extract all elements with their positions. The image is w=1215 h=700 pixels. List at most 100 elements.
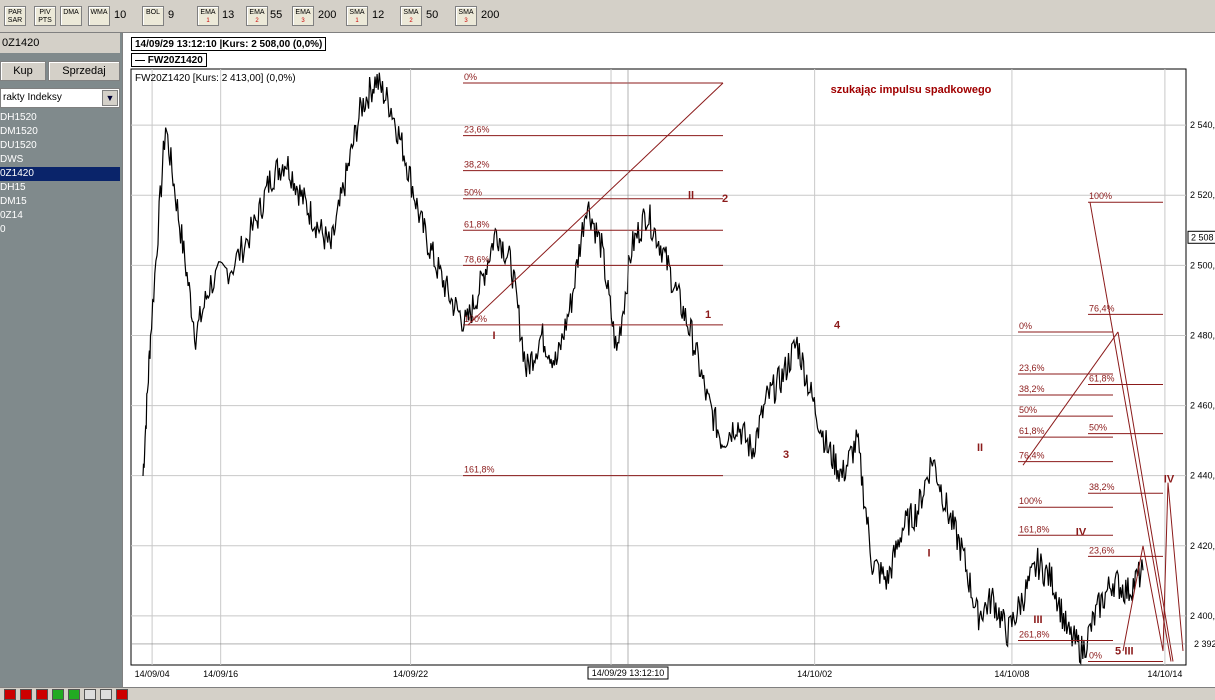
chart-annotation: szukając impulsu spadkowego <box>831 84 992 96</box>
indicator-button-3[interactable]: WMA <box>88 6 110 26</box>
instrument-list-item[interactable]: 0 <box>0 223 120 237</box>
remove-icon[interactable] <box>36 689 48 700</box>
indicator-sub-label: SAR <box>7 17 23 24</box>
fib-level-label: 0% <box>1089 650 1102 660</box>
fib-level-label: 76,4% <box>1089 303 1115 313</box>
indicator-button-1[interactable]: PIV PTS <box>34 6 56 26</box>
indicator-period[interactable]: 13 <box>222 9 234 21</box>
wave-label: II <box>688 190 694 202</box>
fib-level-label: 100% <box>1019 496 1042 506</box>
indicator-button-5[interactable]: EMA 1 <box>197 6 219 26</box>
wave-label: 3 <box>783 449 789 461</box>
instrument-list-item[interactable]: DH1520 <box>0 111 120 125</box>
wave-label: IV <box>1164 474 1175 486</box>
buy-button[interactable]: Kup <box>0 61 46 81</box>
status-bar <box>0 687 1215 700</box>
series-inner-label: FW20Z1420 [Kurs: 2 413,00] (0,0%) <box>135 73 296 84</box>
indicator-button-9[interactable]: SMA 2 <box>400 6 422 26</box>
y-tick-label: 2 480, <box>1190 330 1215 340</box>
y-tick-label: 2 540, <box>1190 120 1215 130</box>
price-chart[interactable]: 2 400,2 420,2 440,2 460,2 480,2 500,2 52… <box>123 33 1215 687</box>
cursor-price-label: 2 392 <box>1194 639 1215 649</box>
wave-label: 4 <box>834 319 841 331</box>
fib-level-label: 100% <box>464 314 487 324</box>
delete-icon[interactable] <box>20 689 32 700</box>
indicator-button-4[interactable]: BOL <box>142 6 164 26</box>
fib-level-label: 23,6% <box>1019 363 1045 373</box>
fib-level-label: 61,8% <box>1019 426 1045 436</box>
indicator-period[interactable]: 12 <box>372 9 384 21</box>
chevron-down-icon[interactable]: ▼ <box>102 90 118 106</box>
instrument-group-value: rakty Indeksy <box>3 92 62 103</box>
crosshair-label: 14/09/29 13:12:10 <box>592 668 665 678</box>
instrument-list-item[interactable]: DWS <box>0 153 120 167</box>
instrument-list-item[interactable]: 0Z14 <box>0 209 120 223</box>
instrument-list-item[interactable]: 0Z1420 <box>0 167 120 181</box>
wave-label: I <box>492 330 495 342</box>
fib-level-label: 38,2% <box>464 160 490 170</box>
indicator-period[interactable]: 55 <box>270 9 282 21</box>
indicator-button-6[interactable]: EMA 2 <box>246 6 268 26</box>
indicator-number: 3 <box>464 18 468 24</box>
confirm-icon[interactable] <box>68 689 80 700</box>
indicator-button-0[interactable]: PAR SAR <box>4 6 26 26</box>
x-tick-label: 14/10/08 <box>994 669 1029 679</box>
instrument-list-item[interactable]: DU1520 <box>0 139 120 153</box>
y-tick-label: 2 400, <box>1190 611 1215 621</box>
x-tick-label: 14/09/04 <box>135 669 170 679</box>
indicator-number: 1 <box>355 18 359 24</box>
fib-level-label: 161,8% <box>464 465 495 475</box>
x-tick-label: 14/10/14 <box>1147 669 1182 679</box>
draw-icon[interactable] <box>100 689 112 700</box>
wave-label: II <box>977 442 983 454</box>
indicator-period[interactable]: 9 <box>168 9 174 21</box>
indicator-number: 3 <box>301 18 305 24</box>
wave-label: I <box>927 547 930 559</box>
chart-area[interactable]: 14/09/29 13:12:10 |Kurs: 2 508,00 (0,0%)… <box>122 33 1215 687</box>
indicator-period[interactable]: 50 <box>426 9 438 21</box>
x-tick-label: 14/10/02 <box>797 669 832 679</box>
tool-icon[interactable] <box>84 689 96 700</box>
x-tick-label: 14/09/22 <box>393 669 428 679</box>
instrument-list-item[interactable]: DH15 <box>0 181 120 195</box>
wave-label: IV <box>1076 526 1087 538</box>
indicator-sub-label: PTS <box>38 17 52 24</box>
indicator-period[interactable]: 200 <box>318 9 336 21</box>
fib-level-label: 261,8% <box>1019 629 1050 639</box>
wave-label: 2 <box>722 193 728 205</box>
wave-label: 5 <box>1115 645 1121 657</box>
fib-level-label: 0% <box>464 72 477 82</box>
fib-level-label: 61,8% <box>1089 374 1115 384</box>
fib-level-label: 50% <box>464 188 482 198</box>
fib-level-label: 38,2% <box>1019 384 1045 394</box>
stop-icon[interactable] <box>116 689 128 700</box>
indicator-period[interactable]: 200 <box>481 9 499 21</box>
wave-label: 1 <box>705 309 711 321</box>
sell-button[interactable]: Sprzedaj <box>48 61 120 81</box>
indicator-button-2[interactable]: DMA <box>60 6 82 26</box>
indicator-button-8[interactable]: SMA 1 <box>346 6 368 26</box>
indicator-toolbar: PAR SAR PIV PTS DMA WMA BOL EMA 1 EMA 2 EMA 3 SMA 1 SMA… <box>0 0 1215 33</box>
indicator-period[interactable]: 10 <box>114 9 126 21</box>
fib-level-label: 23,6% <box>464 125 490 135</box>
close-icon[interactable] <box>4 689 16 700</box>
instrument-list-item[interactable]: DM1520 <box>0 125 120 139</box>
instrument-group-select[interactable]: rakty Indeksy ▼ <box>0 88 120 108</box>
instrument-list-item[interactable]: DM15 <box>0 195 120 209</box>
instrument-title: 0Z1420 <box>0 33 120 53</box>
indicator-number: 1 <box>206 18 210 24</box>
wave-label: III <box>1124 645 1133 657</box>
y-tick-label: 2 500, <box>1190 260 1215 270</box>
indicator-button-10[interactable]: SMA 3 <box>455 6 477 26</box>
add-icon[interactable] <box>52 689 64 700</box>
y-tick-label: 2 440, <box>1190 471 1215 481</box>
fib-level-label: 23,6% <box>1089 545 1115 555</box>
indicator-number: 2 <box>255 18 259 24</box>
fib-level-label: 78,6% <box>464 254 490 264</box>
indicator-button-7[interactable]: EMA 3 <box>292 6 314 26</box>
fib-level-label: 61,8% <box>464 219 490 229</box>
y-tick-label: 2 460, <box>1190 401 1215 411</box>
fib-level-label: 50% <box>1089 423 1107 433</box>
last-price-label: 2 508 <box>1191 232 1214 242</box>
wave-label: III <box>1033 614 1042 626</box>
